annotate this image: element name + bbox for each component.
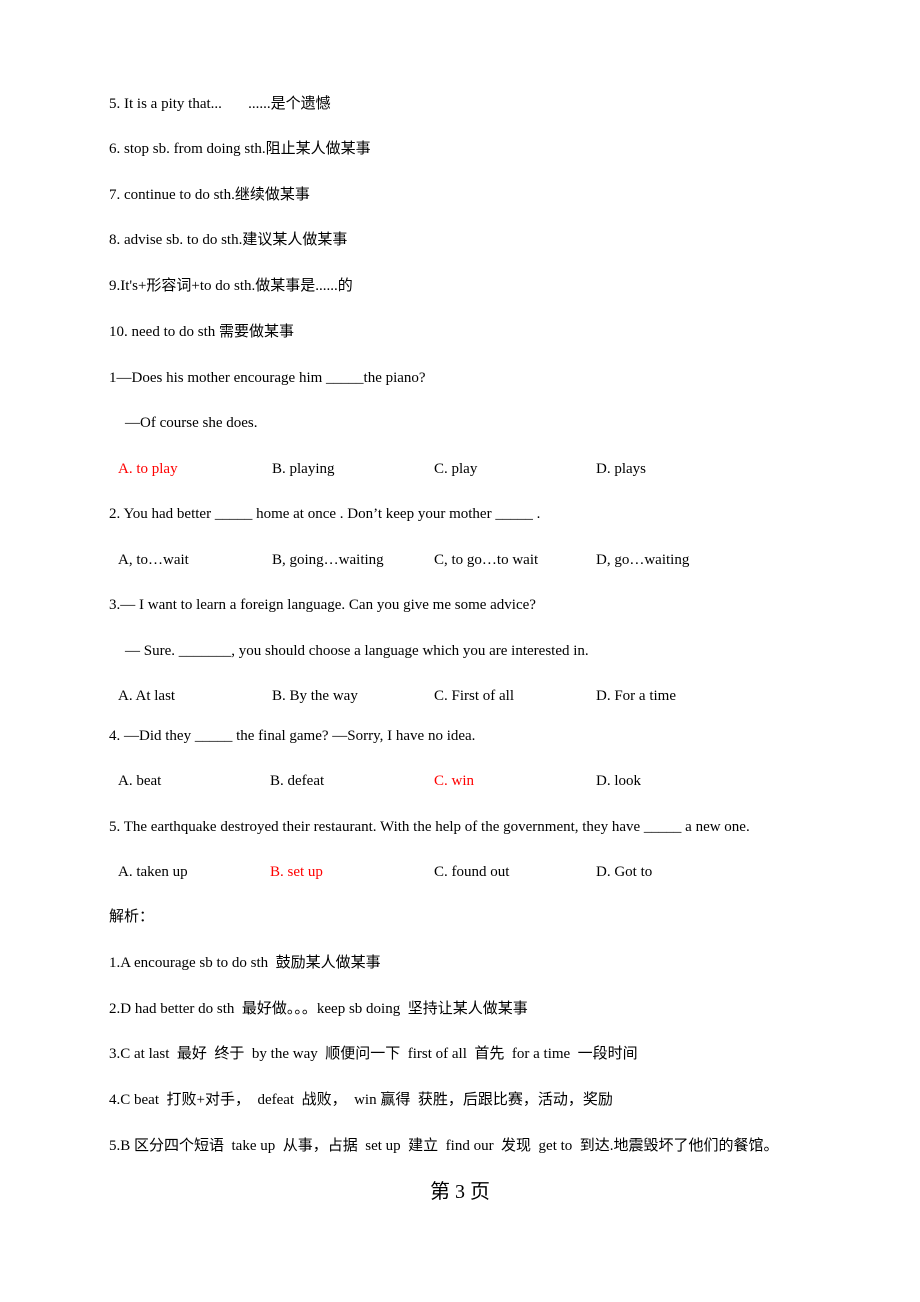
question-2-stem: 2. You had better _____ home at once . D… <box>109 506 541 522</box>
option-c: C. play <box>434 461 478 477</box>
option-c: C. First of all <box>434 688 515 704</box>
option-c-correct: C. win <box>434 773 475 789</box>
question-1-response: —Of course she does. <box>125 415 258 431</box>
phrase-item: 9.It's+形容词+to do sth.做某事是......的 <box>109 278 353 294</box>
option-d: D. plays <box>596 461 646 477</box>
option-d: D. For a time <box>596 688 676 704</box>
option-a-correct: A. to play <box>118 461 178 477</box>
option-d: D. look <box>596 773 641 789</box>
analysis-item: 3.C at last 最好 终于 by the way 顺便问一下 first… <box>109 1046 638 1062</box>
option-d: D. Got to <box>596 864 653 880</box>
option-c: C, to go…to wait <box>434 552 539 568</box>
option-c: C. found out <box>434 864 510 880</box>
question-4-stem: 4. —Did they _____ the final game? —Sorr… <box>109 728 476 744</box>
page-number: 第 3 页 <box>430 1181 490 1203</box>
option-a: A. taken up <box>118 864 188 880</box>
option-b-correct: B. set up <box>270 864 323 880</box>
option-d: D, go…waiting <box>596 552 690 568</box>
question-1-stem: 1—Does his mother encourage him _____the… <box>109 370 426 386</box>
option-b: B, going…waiting <box>272 552 384 568</box>
phrase-item: 8. advise sb. to do sth.建议某人做某事 <box>109 232 348 248</box>
option-a: A. At last <box>118 688 176 704</box>
question-2-options: A, to…wait B, going…waiting C, to go…to … <box>118 550 818 570</box>
option-b: B. defeat <box>270 773 325 789</box>
option-b: B. By the way <box>272 688 358 704</box>
analysis-item: 1.A encourage sb to do sth 鼓励某人做某事 <box>109 955 381 971</box>
question-1-options: A. to play B. playing C. play D. plays <box>118 459 818 479</box>
option-a: A, to…wait <box>118 552 189 568</box>
question-3-response: — Sure. _______, you should choose a lan… <box>125 643 589 659</box>
question-3-stem: 3.— I want to learn a foreign language. … <box>109 597 536 613</box>
phrase-item: 5. It is a pity that... ......是个遗憾 <box>109 96 331 112</box>
phrase-item: 6. stop sb. from doing sth.阻止某人做某事 <box>109 141 371 157</box>
analysis-item: 4.C beat 打败+对手， defeat 战败， win 赢得 获胜，后跟比… <box>109 1092 613 1108</box>
question-3-options: A. At last B. By the way C. First of all… <box>118 686 818 706</box>
question-5-stem: 5. The earthquake destroyed their restau… <box>109 819 750 835</box>
analysis-item: 5.B 区分四个短语 take up 从事，占据 set up 建立 find … <box>109 1138 779 1154</box>
option-b: B. playing <box>272 461 335 477</box>
question-4-options: A. beat B. defeat C. win D. look <box>118 771 818 791</box>
question-5-options: A. taken up B. set up C. found out D. Go… <box>118 862 818 882</box>
option-a: A. beat <box>118 773 162 789</box>
analysis-item: 2.D had better do sth 最好做。。。keep sb doin… <box>109 1001 528 1017</box>
analysis-heading: 解析： <box>109 909 155 925</box>
phrase-item: 10. need to do sth 需要做某事 <box>109 324 294 340</box>
phrase-item: 7. continue to do sth.继续做某事 <box>109 187 310 203</box>
